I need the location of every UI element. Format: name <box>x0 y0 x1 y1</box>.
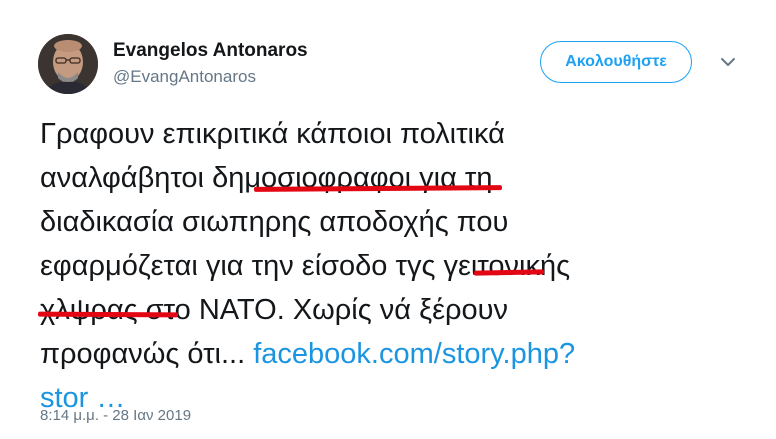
tweet-line: εφαρμόζεται για την είσοδο τγς γειτονική… <box>40 244 740 288</box>
user-handle[interactable]: @EvangAntonaros <box>113 67 256 87</box>
tweet-line: διαδικασία σιωπηρης αποδοχής που <box>40 206 509 238</box>
tweet-text-segment: στο ΝΑΤΟ. Χωρίς νά ξέρουν <box>137 294 508 326</box>
tweet-text-segment: εφαρμόζεται για την είσοδο <box>40 250 396 282</box>
underlined-word: τγς <box>395 250 436 282</box>
facebook-link[interactable]: facebook.com/story.php? <box>253 338 575 370</box>
timestamp[interactable]: 8:14 μ.μ. - 28 Ιαν 2019 <box>40 407 191 424</box>
red-underline-mark <box>37 311 179 318</box>
tweet-line: προφανώς ότι... facebook.com/story.php? <box>40 332 740 376</box>
tweet-card: Evangelos Antonaros @EvangAntonaros Ακολ… <box>0 0 776 439</box>
underlined-word: χλψρας <box>40 294 138 326</box>
avatar-photo <box>38 34 98 94</box>
follow-button[interactable]: Ακολουθήστε <box>540 41 692 83</box>
tweet-text: Γραφουν επικριτικά κάποιοι πολιτικά αναλ… <box>40 112 740 420</box>
tweet-line: χλψρας στο ΝΑΤΟ. Χωρίς νά ξέρουν <box>40 288 740 332</box>
tweet-text-segment: προφανώς ότι... <box>40 338 254 370</box>
tweet-text-segment: αναλφάβητοι <box>40 162 213 194</box>
tweet-line: αναλφάβητοι δημοσιοφραφοι για τη <box>40 156 740 200</box>
chevron-down-icon[interactable] <box>718 52 738 72</box>
display-name[interactable]: Evangelos Antonaros <box>113 40 308 62</box>
avatar[interactable] <box>38 34 98 94</box>
tweet-line: Γραφουν επικριτικά κάποιοι πολιτικά <box>40 118 505 150</box>
tweet-text-segment: γειτονικής <box>435 250 571 282</box>
